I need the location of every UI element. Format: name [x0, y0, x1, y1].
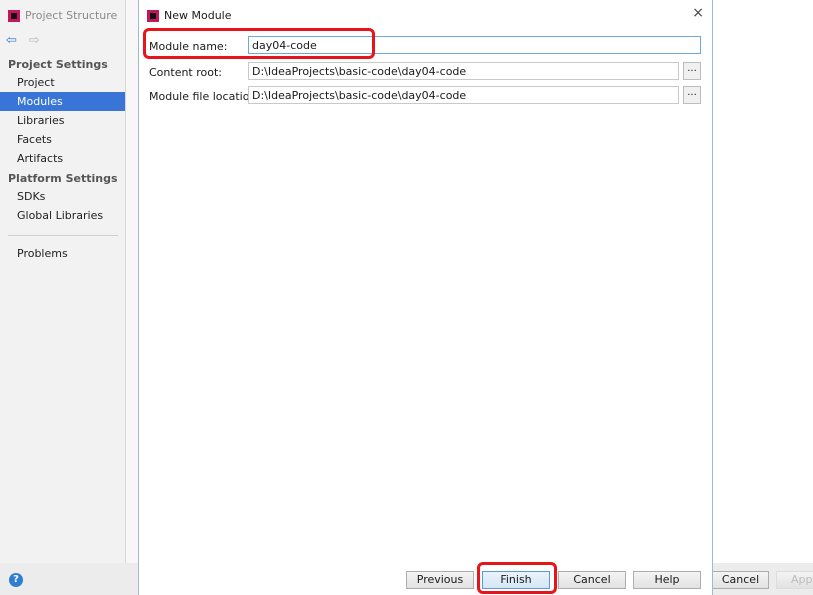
module-file-location-label: Module file location: — [149, 90, 261, 103]
sidebar-item-sdks[interactable]: SDKs — [0, 187, 125, 206]
nav-arrows: ⇦ ⇨ — [6, 33, 40, 48]
new-module-dialog: New Module × Module name: day04-code Con… — [138, 0, 713, 595]
content-strip — [126, 0, 138, 563]
section-project-settings: Project Settings — [8, 58, 108, 71]
content-root-label: Content root: — [149, 66, 223, 79]
sidebar-item-libraries[interactable]: Libraries — [0, 111, 125, 130]
help-button[interactable]: Help — [633, 571, 701, 589]
outer-cancel-button[interactable]: Cancel — [712, 571, 769, 589]
dialog-title-text: New Module — [164, 9, 232, 22]
cancel-button[interactable]: Cancel — [558, 571, 626, 589]
section-platform-settings: Platform Settings — [8, 172, 118, 185]
close-icon[interactable]: × — [692, 5, 704, 21]
divider — [8, 235, 118, 236]
window-title: Project Structure — [25, 9, 118, 22]
project-structure-sidebar: Project Structure ⇦ ⇨ Project Settings Pr… — [0, 0, 126, 563]
module-file-location-input[interactable]: D:\IdeaProjects\basic-code\day04-code — [248, 86, 679, 104]
previous-button[interactable]: Previous — [406, 571, 474, 589]
content-root-input[interactable]: D:\IdeaProjects\basic-code\day04-code — [248, 62, 679, 80]
arrow-right-icon[interactable]: ⇨ — [29, 33, 40, 48]
arrow-left-icon[interactable]: ⇦ — [6, 33, 17, 48]
sidebar-item-facets[interactable]: Facets — [0, 130, 125, 149]
sidebar-item-project[interactable]: Project — [0, 73, 125, 92]
sidebar-item-artifacts[interactable]: Artifacts — [0, 149, 125, 168]
content-root-browse-button[interactable]: ... — [683, 62, 701, 80]
project-structure-title: Project Structure — [8, 9, 117, 22]
help-icon[interactable]: ? — [9, 573, 23, 587]
dialog-title: New Module — [147, 9, 232, 22]
sidebar-item-global-libraries[interactable]: Global Libraries — [0, 206, 125, 225]
intellij-logo-icon — [8, 9, 20, 22]
apply-button[interactable]: Apply — [776, 571, 813, 589]
finish-highlight — [477, 562, 557, 594]
intellij-logo-icon — [147, 9, 159, 22]
module-name-highlight — [143, 28, 375, 59]
sidebar-item-problems[interactable]: Problems — [0, 244, 125, 263]
module-file-location-browse-button[interactable]: ... — [683, 86, 701, 104]
sidebar-item-modules[interactable]: Modules — [0, 92, 125, 111]
